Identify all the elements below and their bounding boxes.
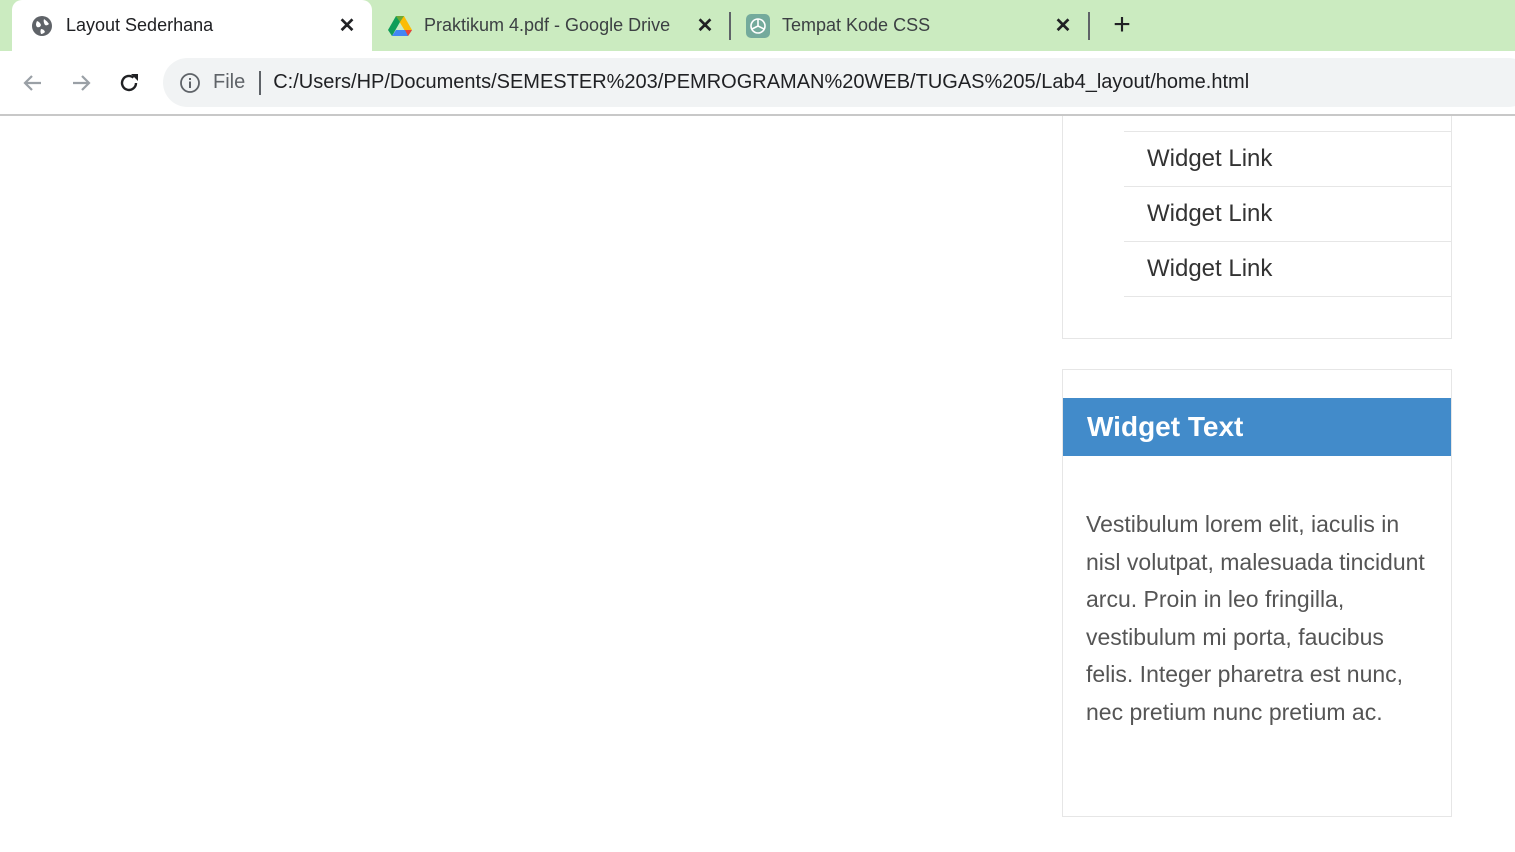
tab-separator bbox=[729, 12, 731, 40]
chatgpt-icon bbox=[746, 13, 770, 38]
widget-text-body: Vestibulum lorem elit, iaculis in nisl v… bbox=[1086, 511, 1425, 725]
tab-title: Layout Sederhana bbox=[66, 15, 214, 35]
widget-link[interactable]: Widget Link bbox=[1124, 242, 1452, 297]
url-text[interactable]: C:/Users/HP/Documents/SEMESTER%203/PEMRO… bbox=[273, 71, 1249, 94]
back-arrow-icon bbox=[23, 75, 41, 91]
back-button[interactable] bbox=[18, 68, 48, 98]
tab-google-drive[interactable]: Praktikum 4.pdf - Google Drive ✕ bbox=[388, 0, 728, 51]
page-viewport: Widget Link Widget Link Widget Link Widg… bbox=[0, 116, 1515, 852]
tab-title: Tempat Kode CSS bbox=[782, 15, 931, 35]
widget-link[interactable]: Widget Link bbox=[1124, 116, 1452, 132]
google-drive-icon bbox=[388, 14, 412, 38]
new-tab-button[interactable]: + bbox=[1108, 8, 1136, 41]
reload-icon bbox=[120, 74, 138, 92]
widget-text-title: Widget Text bbox=[1063, 398, 1451, 456]
forward-button[interactable] bbox=[66, 68, 96, 98]
browser-toolbar: File C:/Users/HP/Documents/SEMESTER%203/… bbox=[0, 51, 1515, 116]
widget-link[interactable]: Widget Link bbox=[1124, 132, 1452, 187]
tab-tempat-kode-css[interactable]: Tempat Kode CSS ✕ bbox=[746, 0, 1086, 51]
widget-link[interactable]: Widget Link bbox=[1124, 187, 1452, 242]
address-divider bbox=[259, 70, 262, 95]
widget-links-box: Widget Link Widget Link Widget Link Widg… bbox=[1062, 116, 1452, 339]
address-bar[interactable]: File C:/Users/HP/Documents/SEMESTER%203/… bbox=[163, 58, 1515, 107]
tab-title: Praktikum 4.pdf - Google Drive bbox=[424, 15, 671, 35]
widget-link-list: Widget Link Widget Link Widget Link Widg… bbox=[1124, 116, 1452, 297]
site-info-icon[interactable] bbox=[179, 72, 201, 94]
close-tab-icon[interactable]: ✕ bbox=[694, 14, 716, 37]
tab-strip: Layout Sederhana ✕ Praktikum 4.pdf - Goo… bbox=[0, 0, 1515, 51]
close-tab-icon[interactable]: ✕ bbox=[1052, 14, 1074, 37]
url-scheme-label: File bbox=[213, 71, 246, 93]
reload-button[interactable] bbox=[114, 68, 144, 98]
forward-arrow-icon bbox=[73, 75, 91, 91]
widget-text-box: Widget Text Vestibulum lorem elit, iacul… bbox=[1062, 369, 1452, 817]
tab-layout-sederhana[interactable]: Layout Sederhana ✕ bbox=[12, 0, 372, 51]
globe-icon bbox=[30, 14, 54, 38]
tab-separator bbox=[1088, 12, 1090, 40]
close-tab-icon[interactable]: ✕ bbox=[336, 14, 358, 37]
